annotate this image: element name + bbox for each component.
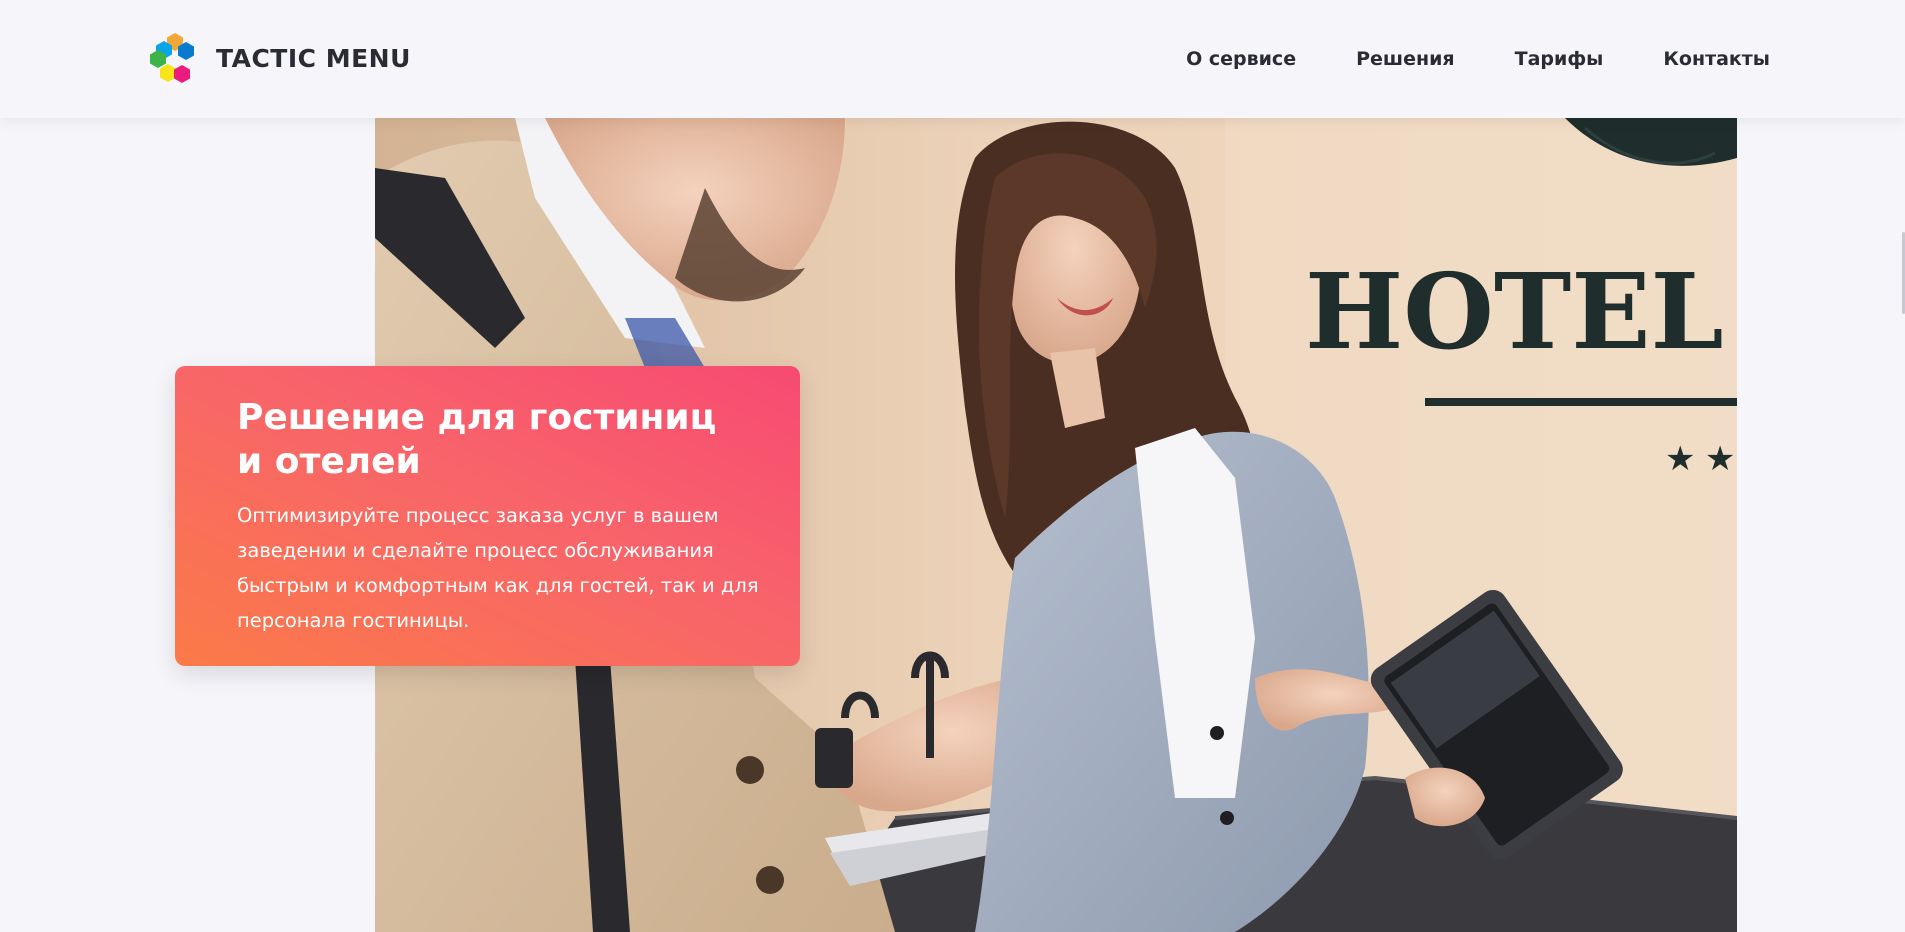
brand-name: TACTIC MENU <box>216 43 411 73</box>
hero-title: Решение для гостиниц и отелей <box>237 396 760 484</box>
main-nav: О сервисе Решения Тарифы Контакты <box>1186 0 1770 118</box>
nav-item-contacts[interactable]: Контакты <box>1663 48 1770 70</box>
nav-item-about[interactable]: О сервисе <box>1186 48 1296 70</box>
site-header: TACTIC MENU О сервисе Решения Тарифы Кон… <box>0 0 1905 118</box>
hotel-sign-text: HOTEL G <box>1305 250 1737 373</box>
logo-link[interactable]: TACTIC MENU <box>148 30 411 86</box>
svg-text:★ ★: ★ ★ <box>1665 440 1735 478</box>
hero-title-line-2: и отелей <box>237 441 421 482</box>
hero-card: Решение для гостиниц и отелей Оптимизиру… <box>175 366 800 666</box>
hero-title-line-1: Решение для гостиниц <box>237 397 717 438</box>
hero-description: Оптимизируйте процесс заказа услуг в ваш… <box>237 504 759 632</box>
hexagon-cluster-logo-icon <box>150 33 194 83</box>
page: TACTIC MENU О сервисе Решения Тарифы Кон… <box>0 0 1905 932</box>
nav-item-pricing[interactable]: Тарифы <box>1515 48 1604 70</box>
nav-item-solutions[interactable]: Решения <box>1356 48 1455 70</box>
